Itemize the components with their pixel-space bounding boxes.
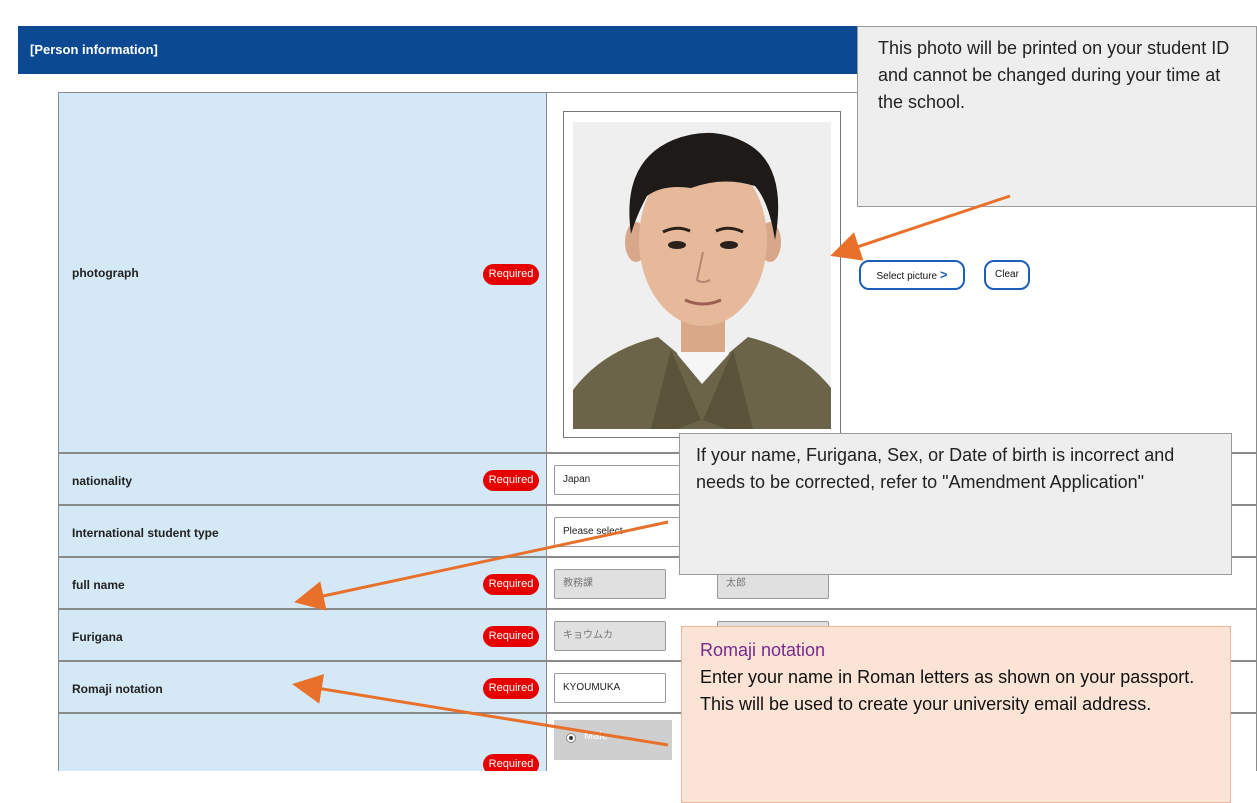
select-picture-label: Select picture	[876, 271, 938, 282]
romaji-callout-title: Romaji notation	[700, 640, 826, 660]
photo-note-text: This photo will be printed on your stude…	[878, 38, 1230, 112]
required-badge: Required	[483, 470, 539, 491]
radio-selected-icon	[566, 733, 576, 743]
required-badge: Required	[483, 626, 539, 647]
amendment-text: If your name, Furigana, Sex, or Date of …	[696, 445, 1175, 492]
clear-button[interactable]: Clear	[984, 260, 1030, 290]
label-cell: Furigana Required	[58, 609, 547, 661]
last-name-field[interactable]: 教務課	[554, 569, 666, 599]
romaji-callout-text: Enter your name in Roman letters as show…	[700, 667, 1195, 714]
romaji-callout: Romaji notation Enter your name in Roman…	[681, 626, 1231, 803]
photo-note-callout: This photo will be printed on your stude…	[857, 26, 1257, 207]
label-cell: Romaji notation Required	[58, 661, 547, 713]
amendment-callout: If your name, Furigana, Sex, or Date of …	[679, 433, 1232, 575]
romaji-last-field[interactable]: KYOUMUKA	[554, 673, 666, 703]
romaji-label: Romaji notation	[72, 682, 163, 696]
nationality-label: nationality	[72, 474, 133, 488]
required-badge: Required	[483, 678, 539, 699]
furigana-label: Furigana	[72, 630, 123, 644]
required-badge: Required	[483, 574, 539, 595]
furigana-last-field[interactable]: キョウムカ	[554, 621, 666, 651]
student-photo	[573, 122, 831, 429]
male-label: Male	[584, 730, 608, 742]
chevron-right-icon: >	[939, 267, 948, 282]
full-name-label: full name	[72, 578, 125, 592]
label-cell: International student type	[58, 505, 547, 557]
photograph-label: photograph	[72, 266, 139, 280]
required-badge: Required	[483, 264, 539, 285]
select-picture-button[interactable]: Select picture >	[859, 260, 965, 290]
label-cell: photograph Required	[58, 92, 547, 453]
label-cell: nationality Required	[58, 453, 547, 505]
label-cell: full name Required	[58, 557, 547, 609]
student-type-label: International student type	[72, 526, 219, 540]
section-title: [Person information]	[30, 42, 158, 57]
photo-frame	[563, 111, 841, 438]
sex-option-male[interactable]: Male	[554, 720, 672, 760]
